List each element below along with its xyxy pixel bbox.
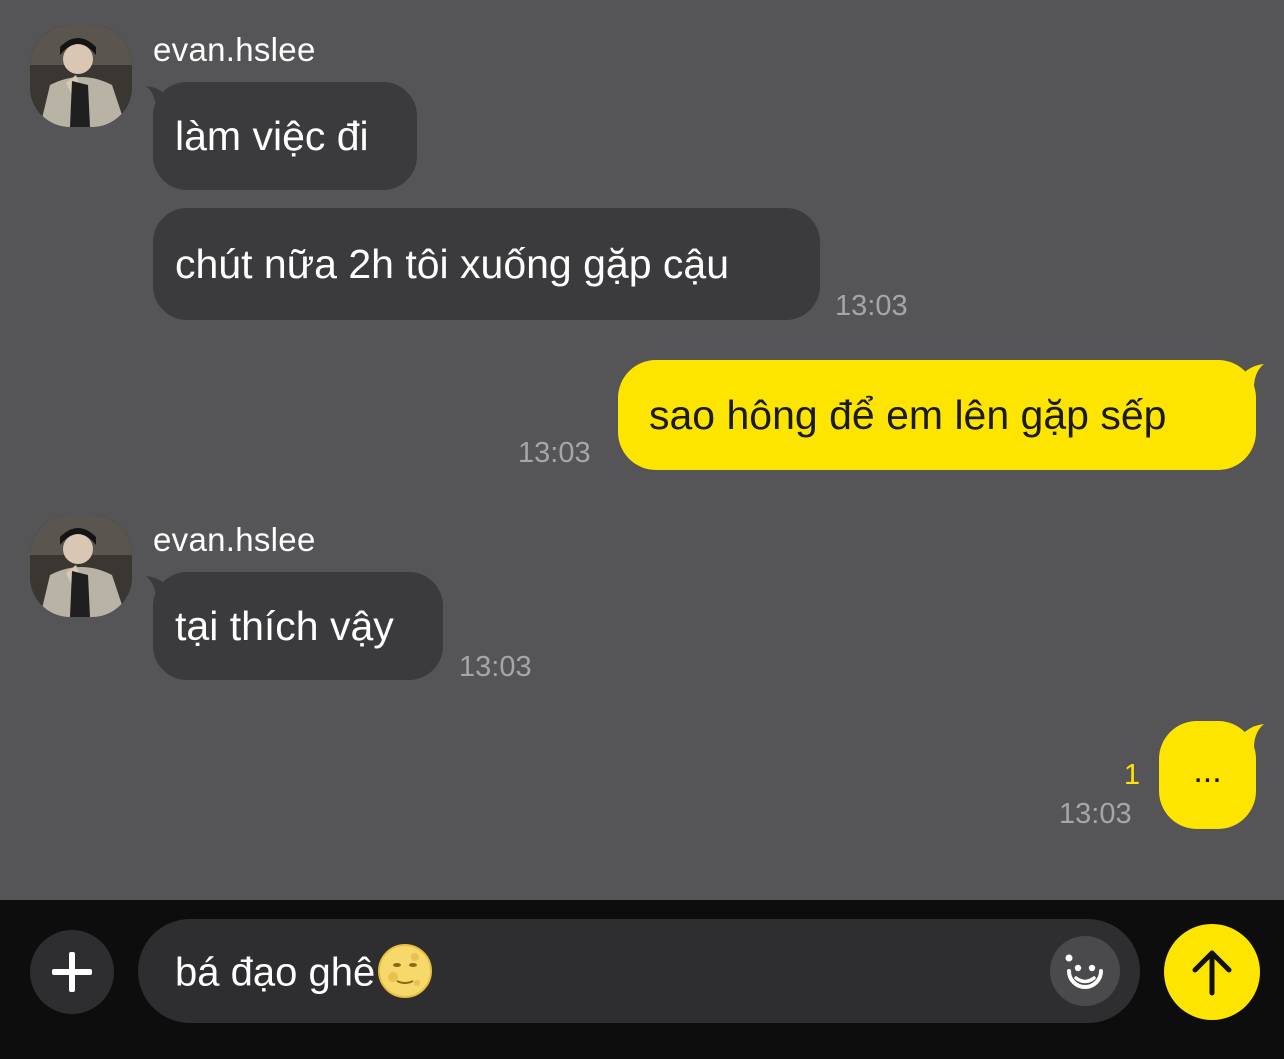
- message-bubble-incoming[interactable]: làm việc đi: [153, 82, 417, 190]
- emoticon-button[interactable]: [1050, 936, 1120, 1006]
- moon-face-emoji: [378, 944, 433, 998]
- arrow-up-icon: [1192, 950, 1232, 996]
- bubble-tail: [1232, 724, 1264, 748]
- message-timestamp: 13:03: [835, 290, 908, 322]
- message-text: tại thích vậy: [175, 602, 394, 649]
- message-input-value: bá đạo ghê: [175, 950, 376, 995]
- avatar-photo: [30, 515, 132, 617]
- message-text: làm việc đi: [175, 112, 369, 159]
- sender-avatar[interactable]: [30, 515, 132, 617]
- smiley-icon: [1065, 954, 1103, 989]
- attach-button[interactable]: [30, 930, 114, 1014]
- send-button[interactable]: [1164, 924, 1260, 1020]
- avatar-photo: [30, 25, 132, 127]
- message-bubble-incoming[interactable]: chút nữa 2h tôi xuống gặp cậu: [153, 208, 820, 320]
- message-timestamp: 13:03: [518, 437, 591, 469]
- sender-name: evan.hslee: [153, 521, 316, 558]
- message-text: chút nữa 2h tôi xuống gặp cậu: [175, 240, 730, 287]
- bubble-tail: [1232, 364, 1264, 388]
- message-input-text[interactable]: bá đạo ghê: [175, 944, 433, 1003]
- chat-thread[interactable]: evan.hslee làm việc đi chút nữa 2h tôi x…: [0, 0, 1284, 900]
- message-timestamp: 13:03: [1059, 798, 1132, 830]
- message-text: sao hông để em lên gặp sếp: [649, 391, 1167, 438]
- message-bubble-outgoing[interactable]: sao hông để em lên gặp sếp: [618, 360, 1256, 470]
- bubble-tail: [146, 86, 178, 110]
- message-input[interactable]: bá đạo ghê: [138, 919, 1140, 1023]
- plus-icon: [52, 952, 92, 992]
- message-timestamp: 13:03: [459, 651, 532, 683]
- unread-count: 1: [1124, 759, 1141, 791]
- message-bubble-incoming[interactable]: tại thích vậy: [153, 572, 443, 680]
- sender-avatar[interactable]: [30, 25, 132, 127]
- message-text: ...: [1193, 751, 1222, 790]
- sender-name: evan.hslee: [153, 31, 316, 68]
- bubble-tail: [146, 576, 178, 600]
